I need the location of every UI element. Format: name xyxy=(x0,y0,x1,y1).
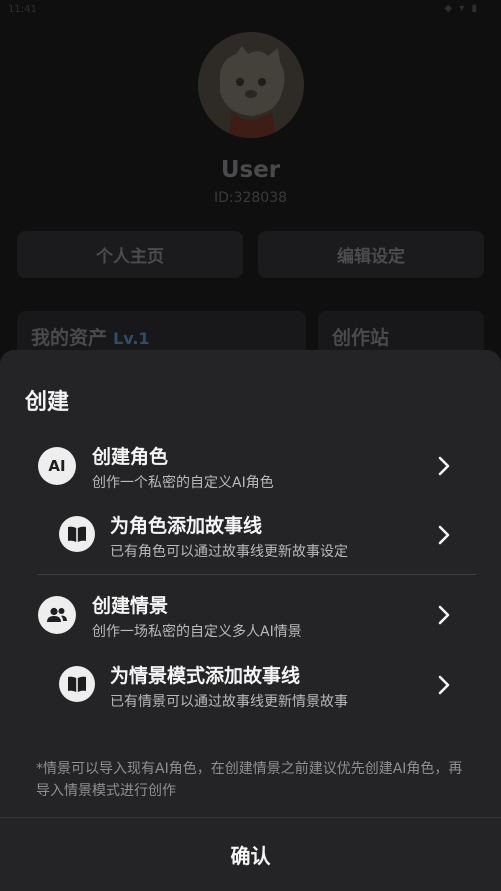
create-scenario-item[interactable]: 创建情景 创作一场私密的自定义多人AI情景 xyxy=(0,584,501,646)
create-character-item[interactable]: AI 创建角色 创作一个私密的自定义AI角色 xyxy=(0,435,501,497)
chevron-right-icon xyxy=(438,456,450,476)
scenario-storyline-item[interactable]: 为情景模式添加故事线 已有情景可以通过故事线更新情景故事 xyxy=(0,654,501,716)
create-scenario-desc: 创作一场私密的自定义多人AI情景 xyxy=(92,624,302,640)
create-character-title: 创建角色 xyxy=(92,446,169,468)
user-id: ID:328038 xyxy=(213,190,288,206)
create-scenario-title: 创建情景 xyxy=(92,595,169,617)
book-icon-glyph xyxy=(68,526,86,542)
ai-badge-text: AI xyxy=(48,457,66,475)
ai-badge-icon: AI xyxy=(38,447,76,485)
scenario-storyline-title: 为情景模式添加故事线 xyxy=(110,665,301,687)
studio-card-title: 创作站 xyxy=(332,327,390,349)
avatar[interactable] xyxy=(198,32,304,138)
status-icons: ◆ ▾ ▮ xyxy=(444,3,479,14)
chevron-right-icon xyxy=(438,675,450,695)
sheet-title: 创建 xyxy=(25,390,70,415)
scenario-storyline-desc: 已有情景可以通过故事线更新情景故事 xyxy=(110,694,348,710)
section-divider xyxy=(37,574,476,575)
username: User xyxy=(220,157,281,183)
status-bar: 11:41 ◆ ▾ ▮ xyxy=(0,0,501,22)
avatar-image xyxy=(198,32,304,138)
character-storyline-desc: 已有角色可以通过故事线更新故事设定 xyxy=(110,544,348,560)
homepage-button[interactable]: 个人主页 xyxy=(17,231,243,278)
level-badge: Lv.1 xyxy=(113,329,150,348)
create-character-desc: 创作一个私密的自定义AI角色 xyxy=(92,475,274,491)
assets-title-text: 我的资产 xyxy=(31,327,108,349)
confirm-button[interactable]: 确认 xyxy=(0,818,501,891)
group-icon-glyph xyxy=(47,607,67,622)
screen: 11:41 ◆ ▾ ▮ User ID:328038 个人主页 编辑设定 我的资… xyxy=(0,0,501,891)
book-icon xyxy=(59,516,95,552)
group-icon xyxy=(38,596,76,634)
chevron-right-icon xyxy=(438,525,450,545)
character-storyline-item[interactable]: 为角色添加故事线 已有角色可以通过故事线更新故事设定 xyxy=(0,504,501,566)
book-icon-glyph xyxy=(68,676,86,692)
assets-card-title: 我的资产 Lv.1 xyxy=(31,323,150,350)
status-time: 11:41 xyxy=(8,4,37,15)
create-sheet: 创建 AI 创建角色 创作一个私密的自定义AI角色 为角色添加故事线 已有角色可… xyxy=(0,350,501,891)
character-storyline-title: 为角色添加故事线 xyxy=(110,515,263,537)
import-note: *情景可以导入现有AI角色，在创建情景之前建议优先创建AI角色，再导入情景模式进… xyxy=(36,761,463,799)
book-icon xyxy=(59,666,95,702)
edit-settings-button[interactable]: 编辑设定 xyxy=(258,231,484,278)
chevron-right-icon xyxy=(438,605,450,625)
